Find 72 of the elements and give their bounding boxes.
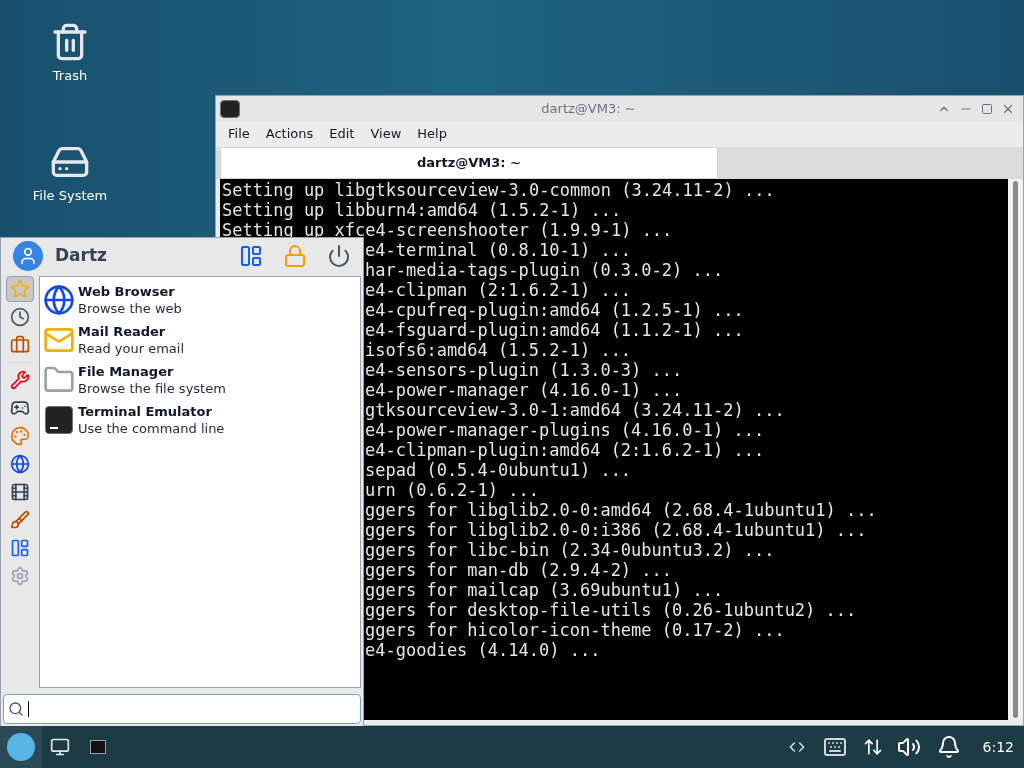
terminal-line: e4-clipman (2:1.6.2-1) ... (365, 280, 632, 300)
app-description: Browse the file system (78, 380, 226, 397)
terminal-line: ggers for man-db (2.9.4-2) ... (365, 560, 673, 580)
terminal-line: Setting up libgtksourceview-3.0-common (3.24.11-2) ... (222, 180, 775, 200)
terminal-line: e4-sensors-plugin (1.3.0-3) ... (365, 360, 683, 380)
terminal-line: e4-fsguard-plugin:amd64 (1.1.2-1) ... (365, 320, 744, 340)
menu-item[interactable]: Edit (321, 124, 363, 144)
terminal-line: ggers for libglib2.0-0:i386 (2.68.4-1ubuntu1) ... (365, 520, 867, 540)
menu-item[interactable]: View (362, 124, 410, 144)
app-name[interactable]: Mail Reader (78, 323, 184, 340)
terminal-icon (220, 99, 240, 118)
app-name[interactable]: File Manager (78, 363, 226, 380)
terminal-line: e4-power-manager-plugins (4.16.0-1) ... (365, 420, 765, 440)
terminal-line: e4-goodies (4.14.0) ... (365, 640, 601, 660)
briefcase-icon (10, 335, 30, 355)
app-name[interactable]: Web Browser (78, 283, 182, 300)
terminal-line: e4-terminal (0.8.10-1) ... (365, 240, 632, 260)
terminal-line: Setting up libburn4:amd64 (1.5.2-1) ... (222, 200, 622, 220)
terminal-line: sepad (0.5.4-0ubuntu1) ... (365, 460, 632, 480)
wrench-icon (10, 370, 30, 390)
desktop-icon-label[interactable]: Trash (52, 66, 88, 86)
terminal-line: ggers for libc-bin (2.34-0ubuntu3.2) ... (365, 540, 775, 560)
maximize-icon[interactable] (981, 102, 993, 115)
start-button[interactable] (0, 726, 42, 768)
scrollbar[interactable] (1008, 179, 1023, 720)
panels-icon[interactable] (239, 244, 263, 268)
app-description: Read your email (78, 340, 184, 357)
terminal-line: e4-power-manager (4.16.0-1) ... (365, 380, 683, 400)
search-icon (8, 701, 24, 717)
terminal-tab[interactable]: dartz@VM3: ~ (220, 147, 718, 178)
terminal-line: Setting up xfce4-screenshooter (1.9.9-1) ... (222, 220, 673, 240)
app-description: Use the command line (78, 420, 225, 437)
terminal-line: har-media-tags-plugin (0.3.0-2) ... (365, 260, 724, 280)
menu-item[interactable]: File (220, 124, 258, 144)
app-description: Browse the web (78, 300, 182, 317)
show-desktop-icon[interactable] (50, 737, 70, 757)
search-field[interactable] (3, 694, 361, 724)
gamepad-icon (10, 398, 30, 418)
terminal-line: isofs6:amd64 (1.5.2-1) ... (365, 340, 632, 360)
terminal-line: ggers for mailcap (3.69ubuntu1) ... (365, 580, 724, 600)
transfer-icon[interactable] (862, 737, 883, 757)
network-icon[interactable] (788, 739, 805, 755)
star-icon (10, 279, 30, 299)
keyboard-icon[interactable] (822, 735, 847, 759)
volume-icon[interactable] (896, 735, 921, 759)
clock-icon (10, 307, 30, 327)
terminal-line: ggers for hicolor-icon-theme (0.17-2) ... (365, 620, 785, 640)
app-name[interactable]: Terminal Emulator (78, 403, 225, 420)
film-icon (10, 482, 30, 502)
clock[interactable]: 6:12 (982, 736, 1014, 758)
notification-icon[interactable] (936, 735, 961, 759)
terminal-line: ggers for libglib2.0-0:amd64 (2.68.4-1ubuntu1) ... (365, 500, 877, 520)
menu-item[interactable]: Actions (257, 124, 322, 144)
menu-item[interactable]: Help (409, 124, 455, 144)
terminal-icon (45, 406, 73, 434)
brush-icon (10, 510, 30, 530)
window-title: dartz@VM3: ~ (540, 99, 637, 118)
power-icon[interactable] (327, 244, 351, 268)
panels-icon (10, 538, 30, 558)
desktop-icon-label[interactable]: File System (32, 186, 108, 206)
terminal-line: ggers for desktop-file-utils (0.26-1ubuntu2) ... (365, 600, 857, 620)
terminal-line: e4-cpufreq-plugin:amd64 (1.2.5-1) ... (365, 300, 744, 320)
terminal-line: gtksourceview-3.0-1:amd64 (3.24.11-2) ... (365, 400, 785, 420)
avatar-icon (13, 241, 43, 271)
user-name: Dartz (55, 244, 108, 268)
gear-icon (10, 566, 30, 586)
terminal-line: e4-clipman-plugin:amd64 (2:1.6.2-1) ... (365, 440, 765, 460)
terminal-task-icon[interactable] (90, 740, 106, 754)
palette-icon (10, 426, 30, 446)
globe-icon (43, 284, 75, 316)
globe-icon (10, 454, 30, 474)
terminal-line: urn (0.6.2-1) ... (365, 480, 539, 500)
